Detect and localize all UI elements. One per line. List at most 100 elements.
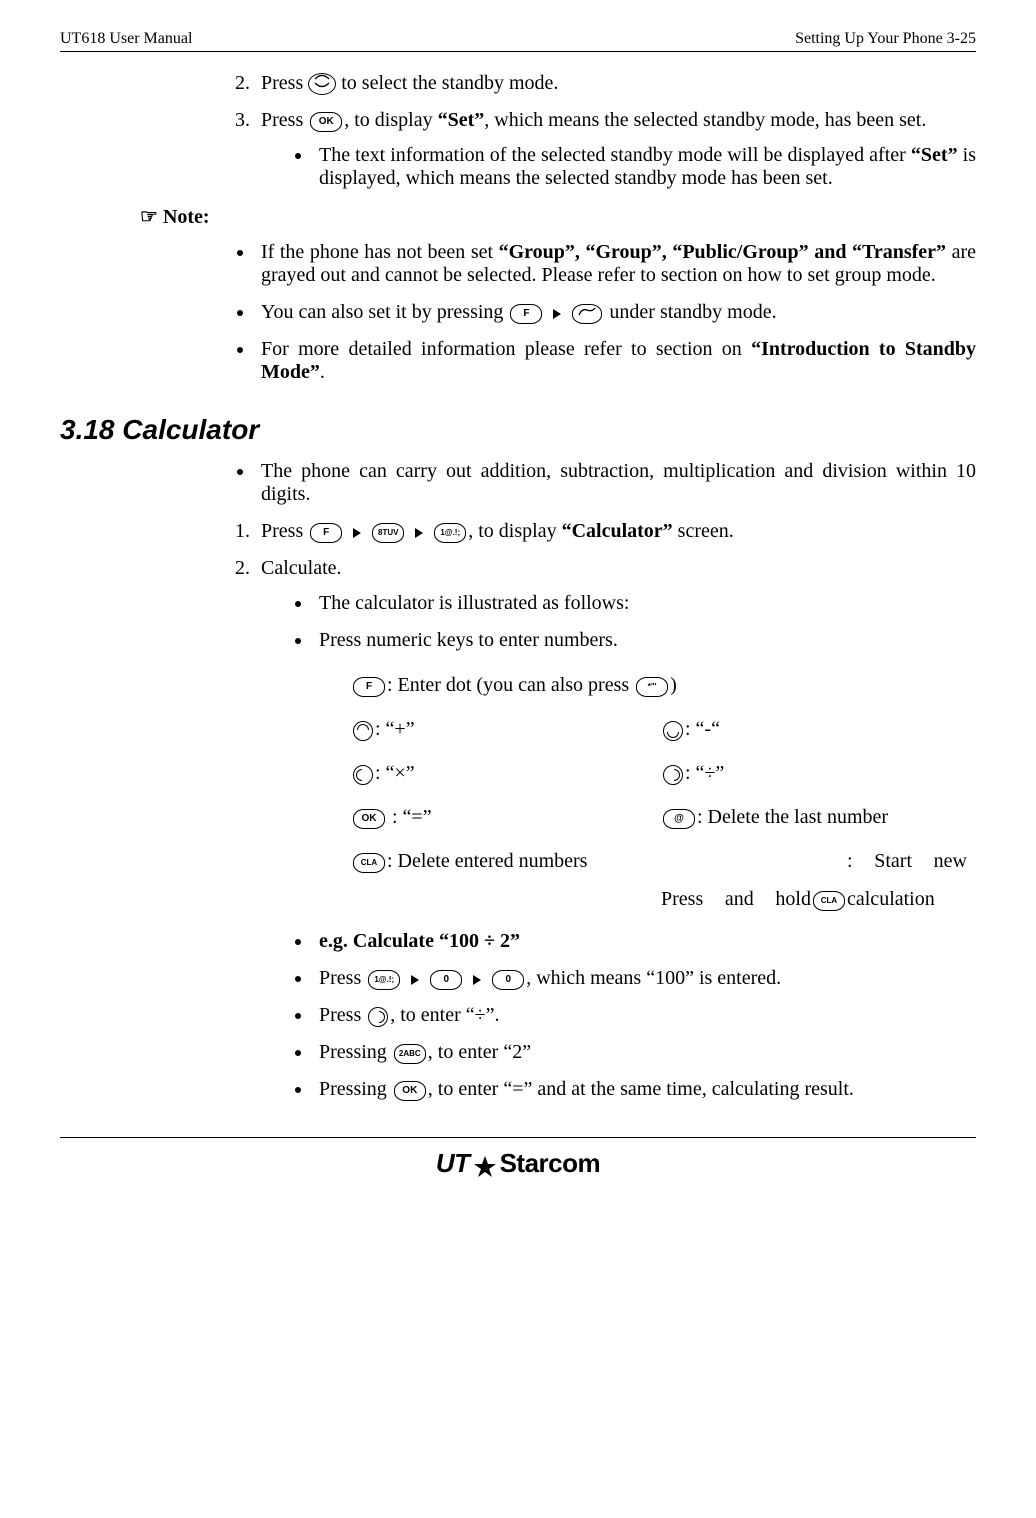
sequence-arrow-icon (415, 528, 423, 538)
text: under standby mode. (609, 301, 776, 323)
note-bullet-2: You can also set it by pressing F under … (255, 301, 976, 324)
f-key-icon: F (353, 677, 385, 697)
text: If the phone has not been set (261, 241, 499, 263)
text: , to display (344, 109, 437, 131)
cla-key-icon: CLA (813, 891, 845, 911)
text: , to display (468, 520, 561, 542)
header-right: Setting Up Your Phone 3-25 (795, 30, 976, 48)
ok-key-icon: OK (394, 1081, 426, 1101)
standby-steps-continued: Press to select the standby mode. Press … (225, 72, 976, 190)
calc-sub-numeric: Press numeric keys to enter numbers. (313, 629, 976, 652)
step3-sub1: The text information of the selected sta… (313, 144, 976, 190)
calc-sub-illustrated: The calculator is illustrated as follows… (313, 592, 976, 615)
col-del-last: @: Delete the last number (661, 798, 981, 836)
sequence-arrow-icon (353, 528, 361, 538)
eg-bullet-2: Pressing 2ABC, to enter “2” (313, 1041, 976, 1064)
text: : “+” (375, 718, 415, 740)
text: Press (261, 72, 308, 94)
logo-rest-text: Starcom (500, 1148, 601, 1178)
f-key-icon: F (310, 523, 342, 543)
footer-logo: UT Starcom (60, 1148, 976, 1179)
note-label-text: Note: (163, 206, 210, 228)
eg-bullet-div: Press , to enter “÷”. (313, 1004, 976, 1027)
digit-2-key-icon: 2ABC (394, 1044, 426, 1064)
bold-text: “Calculator” (562, 520, 673, 542)
text: : Start new calculation (847, 850, 967, 910)
text: ) (670, 674, 677, 696)
row-f-dot: F: Enter dot (you can also press *"') (351, 666, 976, 704)
digit-8-key-icon: 8TUV (372, 523, 404, 543)
sequence-arrow-icon (553, 309, 561, 319)
cla-key-icon: CLA (353, 853, 385, 873)
row-mult-div: : “×” : “÷” (351, 754, 976, 792)
text: : “-“ (685, 718, 720, 740)
eg-bullet-100: Press 1@.!; 0 0, which means “100” is en… (313, 967, 976, 990)
logo-star-icon (470, 1154, 500, 1178)
step-3: Press OK, to display “Set”, which means … (255, 109, 976, 190)
text: , which means “100” is entered. (526, 967, 781, 989)
bold-text: “Group”, “Group”, “Public/Group” and “Tr… (499, 241, 946, 263)
calc-steps: Press F 8TUV 1@.!;, to display “Calculat… (225, 520, 976, 1101)
calc-step2-sublist: The calculator is illustrated as follows… (261, 592, 976, 652)
calc-intro-list: The phone can carry out addition, subtra… (225, 460, 976, 506)
text: Press (319, 967, 366, 989)
calc-step-1: Press F 8TUV 1@.!;, to display “Calculat… (255, 520, 976, 543)
section-3-18-title: 3.18 Calculator (60, 414, 976, 446)
dpad-right-icon (368, 1007, 388, 1027)
star-key-icon: *"' (636, 677, 668, 697)
document-page: UT618 User Manual Setting Up Your Phone … (0, 0, 1036, 1219)
digit-1-key-icon: 1@.!; (434, 523, 466, 543)
text: For more detailed information please ref… (261, 338, 751, 360)
hand-pointer-icon: ☞ (140, 206, 158, 228)
text: , which means the selected standby mode,… (484, 109, 926, 131)
note-content: If the phone has not been set “Group”, “… (225, 241, 976, 384)
text: : “×” (375, 762, 415, 784)
eg-bullet-eq: Pressing OK, to enter “=” and at the sam… (313, 1078, 976, 1101)
text: : Delete the last number (697, 806, 888, 828)
sequence-arrow-icon (411, 975, 419, 985)
ok-key-icon: OK (353, 809, 385, 829)
text: Press (261, 109, 308, 131)
footer-divider (60, 1137, 976, 1138)
text: Press and hold (661, 888, 811, 910)
note-bullet-1: If the phone has not been set “Group”, “… (255, 241, 976, 287)
at-key-icon: @ (663, 809, 695, 829)
col-plus: : “+” (351, 710, 661, 748)
text: Pressing (319, 1078, 392, 1100)
calc-example-list: e.g. Calculate “100 ÷ 2” Press 1@.!; 0 0… (261, 930, 976, 1101)
text: to select the standby mode. (341, 72, 558, 94)
eg-title: e.g. Calculate “100 ÷ 2” (313, 930, 976, 953)
row-cla: CLA: Delete entered numbers Press and ho… (351, 842, 976, 918)
text: : “÷” (685, 762, 724, 784)
text: : Delete entered numbers (387, 850, 587, 872)
note-bullet-3: For more detailed information please ref… (255, 338, 976, 384)
row-eq-del: OK : “=” @: Delete the last number (351, 798, 976, 836)
calculator-content: The phone can carry out addition, subtra… (225, 460, 976, 1101)
text: , to enter “÷”. (390, 1004, 499, 1026)
bold-text: “Set” (438, 109, 485, 131)
row-plus-minus: : “+” : “-“ (351, 710, 976, 748)
calc-intro: The phone can carry out addition, subtra… (255, 460, 976, 506)
digit-0-key-icon: 0 (492, 970, 524, 990)
text: . (320, 361, 325, 383)
text: , to enter “2” (428, 1041, 531, 1063)
step3-sublist: The text information of the selected sta… (261, 144, 976, 190)
col-eq: OK : “=” (351, 798, 661, 836)
sequence-arrow-icon (473, 975, 481, 985)
ok-key-icon: OK (310, 112, 342, 132)
col-start-new: Press and holdCLA: Start new calculation (661, 842, 981, 918)
text: Press (319, 1004, 366, 1026)
dpad-left-icon (353, 765, 373, 785)
f-key-icon: F (510, 304, 542, 324)
calc-step-2: Calculate. The calculator is illustrated… (255, 557, 976, 1101)
text: Calculate. (261, 557, 342, 579)
dpad-down-icon (663, 721, 683, 741)
phone-menu-key-icon (572, 304, 602, 324)
col-minus: : “-“ (661, 710, 981, 748)
note-heading: ☞ Note: (140, 204, 976, 229)
nav-down-key-icon (308, 73, 336, 95)
text: : Enter dot (you can also press (387, 674, 634, 696)
text: You can also set it by pressing (261, 301, 508, 323)
text: Pressing (319, 1041, 392, 1063)
header-left: UT618 User Manual (60, 30, 192, 48)
